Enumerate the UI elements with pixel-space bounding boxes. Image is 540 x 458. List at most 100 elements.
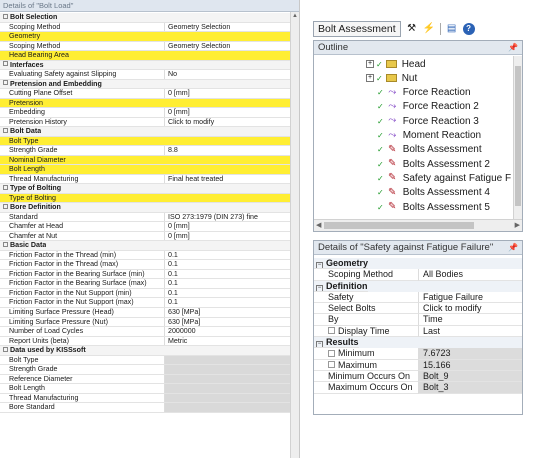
property-value[interactable]: 0.1 [165, 289, 290, 298]
property-value[interactable]: 0 [mm] [165, 222, 290, 231]
property-row-scoping-method[interactable]: Scoping Method Geometry Selection [0, 41, 290, 52]
collapse-icon[interactable]: − [316, 341, 323, 348]
property-row-report-units-beta[interactable]: Report Units (beta) Metric [0, 336, 290, 347]
expand-icon[interactable]: + [366, 74, 374, 83]
property-row-friction-factor-in-the-bearing-surface-min[interactable]: Friction Factor in the Bearing Surface (… [0, 269, 290, 280]
section-interfaces[interactable]: Interfaces [0, 60, 290, 71]
property-value[interactable]: 8.8 [165, 146, 290, 155]
section-bolt-selection[interactable]: Bolt Selection [0, 13, 290, 23]
scroll-up-icon[interactable]: ▲ [291, 12, 299, 20]
section-data-used-by-kisssoft[interactable]: Data used by KISSsoft [0, 346, 290, 356]
property-value[interactable]: ISO 273:1979 (DIN 273) fine [165, 213, 290, 222]
property-row-reference-diameter[interactable]: Reference Diameter [0, 374, 290, 385]
property-row-bore-standard[interactable]: Bore Standard [0, 403, 290, 413]
property-row-scoping-method[interactable]: Scoping Method All Bodies [314, 269, 522, 281]
property-row-embedding[interactable]: Embedding 0 [mm] [0, 108, 290, 118]
section-bore-definition[interactable]: Bore Definition [0, 203, 290, 213]
tree-node-force-reaction-3[interactable]: ✓ ⤳ Force Reaction 3 [377, 114, 479, 128]
parameter-checkbox[interactable] [328, 326, 335, 334]
property-row-chamfer-at-head[interactable]: Chamfer at Head 0 [mm] [0, 222, 290, 232]
tree-node-bolts-assessment-2[interactable]: ✓ ✎ Bolts Assessment 2 [377, 157, 490, 171]
property-value[interactable]: 0.1 [165, 260, 290, 269]
property-value[interactable]: Geometry Selection [165, 42, 290, 51]
property-row-strength-grade[interactable]: Strength Grade [0, 365, 290, 375]
vertical-scrollbar[interactable]: ▲ [290, 12, 299, 458]
property-value[interactable]: Last [419, 326, 522, 338]
property-value[interactable]: 0.1 [165, 298, 290, 307]
property-value[interactable]: 2000000 [165, 327, 290, 336]
property-row-maximum[interactable]: Maximum 15.166 [314, 359, 522, 371]
property-value[interactable]: 630 [MPa] [165, 308, 290, 317]
outline-vertical-scrollbar[interactable] [513, 56, 522, 219]
property-row-limiting-surface-pressure-nut[interactable]: Limiting Surface Pressure (Nut) 630 [MPa] [0, 317, 290, 328]
property-row-by[interactable]: By Time [314, 314, 522, 326]
property-row-thread-manufacturing[interactable]: Thread Manufacturing [0, 393, 290, 404]
property-row-minimum[interactable]: Minimum 7.6723 [314, 348, 522, 360]
section-results[interactable]: − Results [314, 337, 522, 349]
section-type-of-bolting[interactable]: Type of Bolting [0, 184, 290, 194]
section-bolt-data[interactable]: Bolt Data [0, 127, 290, 137]
wrench-icon[interactable]: ⚒ [406, 23, 418, 35]
property-value[interactable]: Final heat treated [165, 175, 290, 184]
property-value[interactable]: 0.1 [165, 251, 290, 260]
property-row-display-time[interactable]: Display Time Last [314, 325, 522, 338]
property-row-pretension[interactable]: Pretension [0, 98, 290, 109]
parameter-checkbox[interactable] [328, 360, 335, 368]
bolt-assessment-dropdown[interactable]: Bolt Assessment [313, 21, 401, 37]
pin-icon[interactable]: 📌 [508, 241, 518, 255]
property-value[interactable]: Click to modify [419, 303, 522, 315]
property-value[interactable]: 0 [mm] [165, 89, 290, 98]
property-row-standard[interactable]: Standard ISO 273:1979 (DIN 273) fine [0, 212, 290, 223]
collapse-icon[interactable]: − [316, 262, 323, 269]
property-value[interactable] [165, 51, 290, 60]
tree-node-safety-against-fatigue-f[interactable]: ✓ ✎ Safety against Fatigue F [377, 171, 511, 185]
section-geometry[interactable]: − Geometry [314, 258, 522, 270]
pin-icon[interactable]: 📌 [508, 41, 518, 55]
property-value[interactable]: Geometry Selection [165, 23, 290, 32]
collapse-icon[interactable] [3, 13, 8, 19]
section-basic-data[interactable]: Basic Data [0, 241, 290, 251]
collapse-icon[interactable] [3, 203, 8, 209]
tree-node-bolts-assessment-5[interactable]: ✓ ✎ Bolts Assessment 5 [377, 200, 490, 214]
property-row-nominal-diameter[interactable]: Nominal Diameter [0, 155, 290, 166]
tree-node-nut[interactable]: + ✓ Nut [366, 71, 417, 85]
scroll-thumb[interactable] [324, 222, 474, 229]
property-row-minimum-occurs-on[interactable]: Minimum Occurs On Bolt_9 [314, 370, 522, 383]
property-row-cutting-plane-offset[interactable]: Cutting Plane Offset 0 [mm] [0, 89, 290, 99]
property-row-evaluating-safety-against-slipping[interactable]: Evaluating Safety against Slipping No [0, 70, 290, 80]
property-value[interactable]: 0 [mm] [165, 232, 290, 241]
collapse-icon[interactable]: − [316, 284, 323, 291]
tree-node-bolts-assessment[interactable]: ✓ ✎ Bolts Assessment [377, 143, 482, 157]
property-row-friction-factor-in-the-nut-support-max[interactable]: Friction Factor in the Nut Support (max)… [0, 298, 290, 308]
property-value[interactable]: All Bodies [419, 269, 522, 281]
property-row-friction-factor-in-the-thread-max[interactable]: Friction Factor in the Thread (max) 0.1 [0, 260, 290, 270]
property-value[interactable]: 630 [MPa] [165, 318, 290, 327]
property-value[interactable]: 0 [mm] [165, 108, 290, 117]
lightning-icon[interactable]: ⚡ [423, 23, 435, 35]
tree-node-force-reaction[interactable]: ✓ ⤳ Force Reaction [377, 86, 471, 100]
property-value[interactable]: 0.1 [165, 270, 290, 279]
property-value[interactable]: Fatigue Failure [419, 292, 522, 304]
property-row-friction-factor-in-the-thread-min[interactable]: Friction Factor in the Thread (min) 0.1 [0, 250, 290, 261]
parameter-checkbox[interactable] [328, 349, 335, 357]
property-row-bolt-type[interactable]: Bolt Type [0, 136, 290, 147]
property-value[interactable] [165, 194, 290, 203]
property-value[interactable]: Metric [165, 337, 290, 346]
property-row-bolt-type[interactable]: Bolt Type [0, 355, 290, 366]
property-row-bolt-length[interactable]: Bolt Length [0, 165, 290, 175]
property-value[interactable] [165, 32, 290, 41]
property-row-thread-manufacturing[interactable]: Thread Manufacturing Final heat treated [0, 174, 290, 185]
chart-icon[interactable]: ▤ [446, 23, 458, 35]
collapse-icon[interactable] [3, 61, 8, 67]
property-row-geometry[interactable]: Geometry [0, 32, 290, 42]
scroll-left-icon[interactable]: ◀ [316, 220, 321, 231]
collapse-icon[interactable] [3, 184, 8, 190]
property-row-friction-factor-in-the-nut-support-min[interactable]: Friction Factor in the Nut Support (min)… [0, 288, 290, 299]
property-row-select-bolts[interactable]: Select Bolts Click to modify [314, 303, 522, 315]
property-row-scoping-method[interactable]: Scoping Method Geometry Selection [0, 22, 290, 33]
property-value[interactable] [165, 165, 290, 174]
property-row-bolt-length[interactable]: Bolt Length [0, 384, 290, 394]
collapse-icon[interactable] [3, 242, 8, 247]
property-row-chamfer-at-nut[interactable]: Chamfer at Nut 0 [mm] [0, 231, 290, 242]
property-row-strength-grade[interactable]: Strength Grade 8.8 [0, 146, 290, 156]
